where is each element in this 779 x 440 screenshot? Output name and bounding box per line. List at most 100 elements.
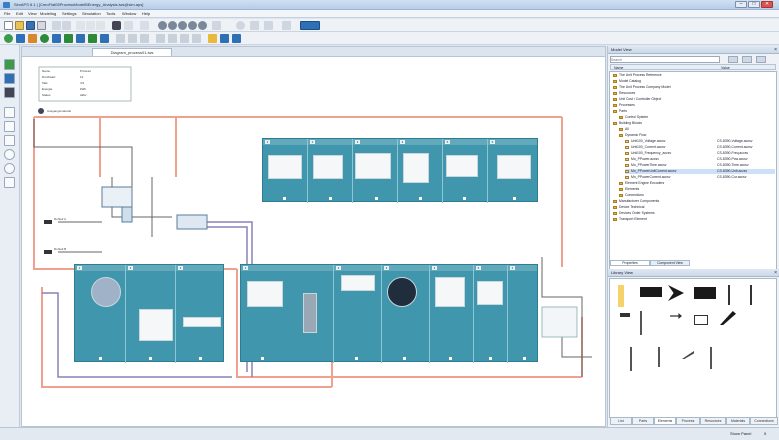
connect-icon[interactable] (4, 34, 13, 43)
sub-process[interactable]: 5 (473, 265, 507, 363)
fish-icon[interactable] (640, 287, 662, 297)
image-icon[interactable] (192, 34, 201, 43)
bar-icon[interactable] (620, 313, 630, 317)
double-chevron-icon[interactable] (694, 287, 716, 299)
settings-icon[interactable] (236, 21, 245, 30)
filter-icon[interactable] (742, 56, 752, 63)
tree-item[interactable]: Connections (619, 193, 644, 198)
tab-diagram[interactable]: Diagram_process01.iws (92, 48, 172, 56)
menu-view[interactable]: View (28, 11, 37, 16)
process-tile-top[interactable]: 1 2 3 4 5 6 (262, 138, 538, 203)
sink-icon[interactable] (28, 34, 37, 43)
diagonal-icon[interactable] (720, 311, 736, 325)
line-icon[interactable] (282, 21, 291, 30)
tree-item[interactable]: Mo_PPowerCurrent.accsv CS-8390-Cur.accsv (625, 175, 775, 180)
bottom-tab-connections[interactable]: Connections (750, 417, 778, 425)
tree-item[interactable]: Unit100_Frequency_accsv CS-8390-Freq.accs… (625, 151, 775, 156)
bottom-tab-elements[interactable]: Elements (654, 417, 676, 425)
open-icon[interactable] (15, 21, 24, 30)
connect-tool-icon[interactable] (4, 87, 15, 98)
sub-process[interactable]: 1 (241, 265, 291, 363)
rect-tool-icon[interactable] (4, 107, 15, 118)
zoom-area-icon[interactable] (188, 21, 197, 30)
tree-item[interactable]: Parts (613, 109, 627, 114)
tree-item[interactable]: Model Catalog (613, 79, 641, 84)
tree-item[interactable]: Manufacturer Components (613, 199, 659, 204)
rack-icon[interactable] (640, 311, 642, 335)
window-icon[interactable] (232, 34, 241, 43)
menu-modeling[interactable]: Modeling (40, 11, 56, 16)
zoom-in-icon[interactable] (158, 21, 167, 30)
table-icon[interactable] (264, 21, 273, 30)
minimize-button[interactable]: – (735, 1, 747, 8)
text-tool-icon[interactable] (4, 121, 15, 132)
torch-icon[interactable] (618, 285, 624, 307)
find-icon[interactable] (112, 21, 121, 30)
process-tile-left[interactable]: 1 2 3 (74, 264, 225, 363)
print-icon[interactable] (37, 21, 46, 30)
layout-icon[interactable] (250, 21, 259, 30)
menu-edit[interactable]: Edit (16, 11, 23, 16)
tree-item[interactable]: Devices Order Systems (613, 211, 655, 216)
tree-item[interactable]: Processes (613, 103, 635, 108)
source-icon[interactable] (16, 34, 25, 43)
move-tool-icon[interactable] (4, 73, 15, 84)
copy-icon[interactable] (86, 21, 95, 30)
zoom-reset-icon[interactable] (198, 21, 207, 30)
arm-icon[interactable] (682, 351, 694, 359)
process-tile-right[interactable]: 1 2 3 4 5 6 (240, 264, 538, 363)
properties-box[interactable]: Name Prozess Durchsatz 12 Takt 4.5 Energ… (40, 68, 130, 100)
tree-item[interactable]: Element Engine Encoders (619, 181, 664, 186)
pipe-icon[interactable] (710, 347, 712, 369)
arrow-chevron-icon[interactable] (668, 285, 684, 301)
tab-properties[interactable]: Properties (610, 260, 650, 266)
select-tool-icon[interactable] (4, 59, 15, 70)
energy-icon[interactable] (100, 34, 109, 43)
frame-icon[interactable] (156, 34, 165, 43)
bottom-tab-list[interactable]: List (610, 417, 632, 425)
tree-item[interactable]: Resources (613, 91, 635, 96)
rail-icon[interactable] (658, 347, 660, 367)
tree-item[interactable]: Building Blocks (613, 121, 642, 126)
sub-process[interactable]: 3 (175, 265, 225, 363)
separator-icon[interactable] (750, 285, 752, 305)
tree-item[interactable]: Unit Cost / Controller Object (613, 97, 661, 102)
cut-icon[interactable] (76, 21, 85, 30)
tree-item[interactable]: The Unit Process Reference (613, 73, 662, 78)
bottom-tab-parts[interactable]: Parts (632, 417, 654, 425)
tree-icon[interactable] (76, 34, 85, 43)
tree-item[interactable]: Control System (619, 115, 648, 120)
close-icon[interactable]: × (774, 46, 777, 54)
tree-item[interactable]: Mo_PPower.accsv CS-8390-Pow.accsv (625, 157, 775, 162)
spike-icon[interactable] (728, 285, 730, 305)
bottom-tab-resources[interactable]: Resources (700, 417, 726, 425)
tool-arrow-icon[interactable] (670, 313, 682, 319)
bottom-tab-process[interactable]: Process (676, 417, 700, 425)
export-icon[interactable] (208, 34, 217, 43)
menu-simulation[interactable]: Simulation (82, 11, 101, 16)
close-button[interactable]: ✕ (761, 1, 773, 8)
menu-settings[interactable]: Settings (62, 11, 76, 16)
menu-window[interactable]: Window (122, 11, 136, 16)
grid-icon[interactable] (124, 21, 133, 30)
tree-item[interactable]: The Unit Process Company Model (613, 85, 671, 90)
import-icon[interactable] (220, 34, 229, 43)
undo-icon[interactable] (52, 21, 61, 30)
tree-item[interactable]: Dynamic Flow (619, 133, 646, 138)
maximize-button[interactable]: □ (748, 1, 760, 8)
collapse-icon[interactable] (756, 56, 766, 63)
rotate-tool-icon[interactable] (4, 163, 15, 174)
chart-icon[interactable] (88, 34, 97, 43)
layer-icon[interactable] (168, 34, 177, 43)
panel-icon[interactable] (140, 21, 149, 30)
close-icon[interactable]: × (774, 269, 777, 277)
distribute-icon[interactable] (128, 34, 137, 43)
diagram-canvas[interactable]: Name Prozess Durchsatz 12 Takt 4.5 Energ… (21, 56, 606, 427)
buffer-icon[interactable] (64, 34, 73, 43)
queue-icon[interactable] (40, 34, 49, 43)
align-icon[interactable] (116, 34, 125, 43)
tree-item-selected[interactable]: Mo_PPowerUnitCurrent.accsv CS-8390-Unit.a… (625, 169, 775, 174)
run-icon[interactable] (300, 21, 320, 30)
menu-help[interactable]: Help (142, 11, 150, 16)
redo-icon[interactable] (62, 21, 71, 30)
